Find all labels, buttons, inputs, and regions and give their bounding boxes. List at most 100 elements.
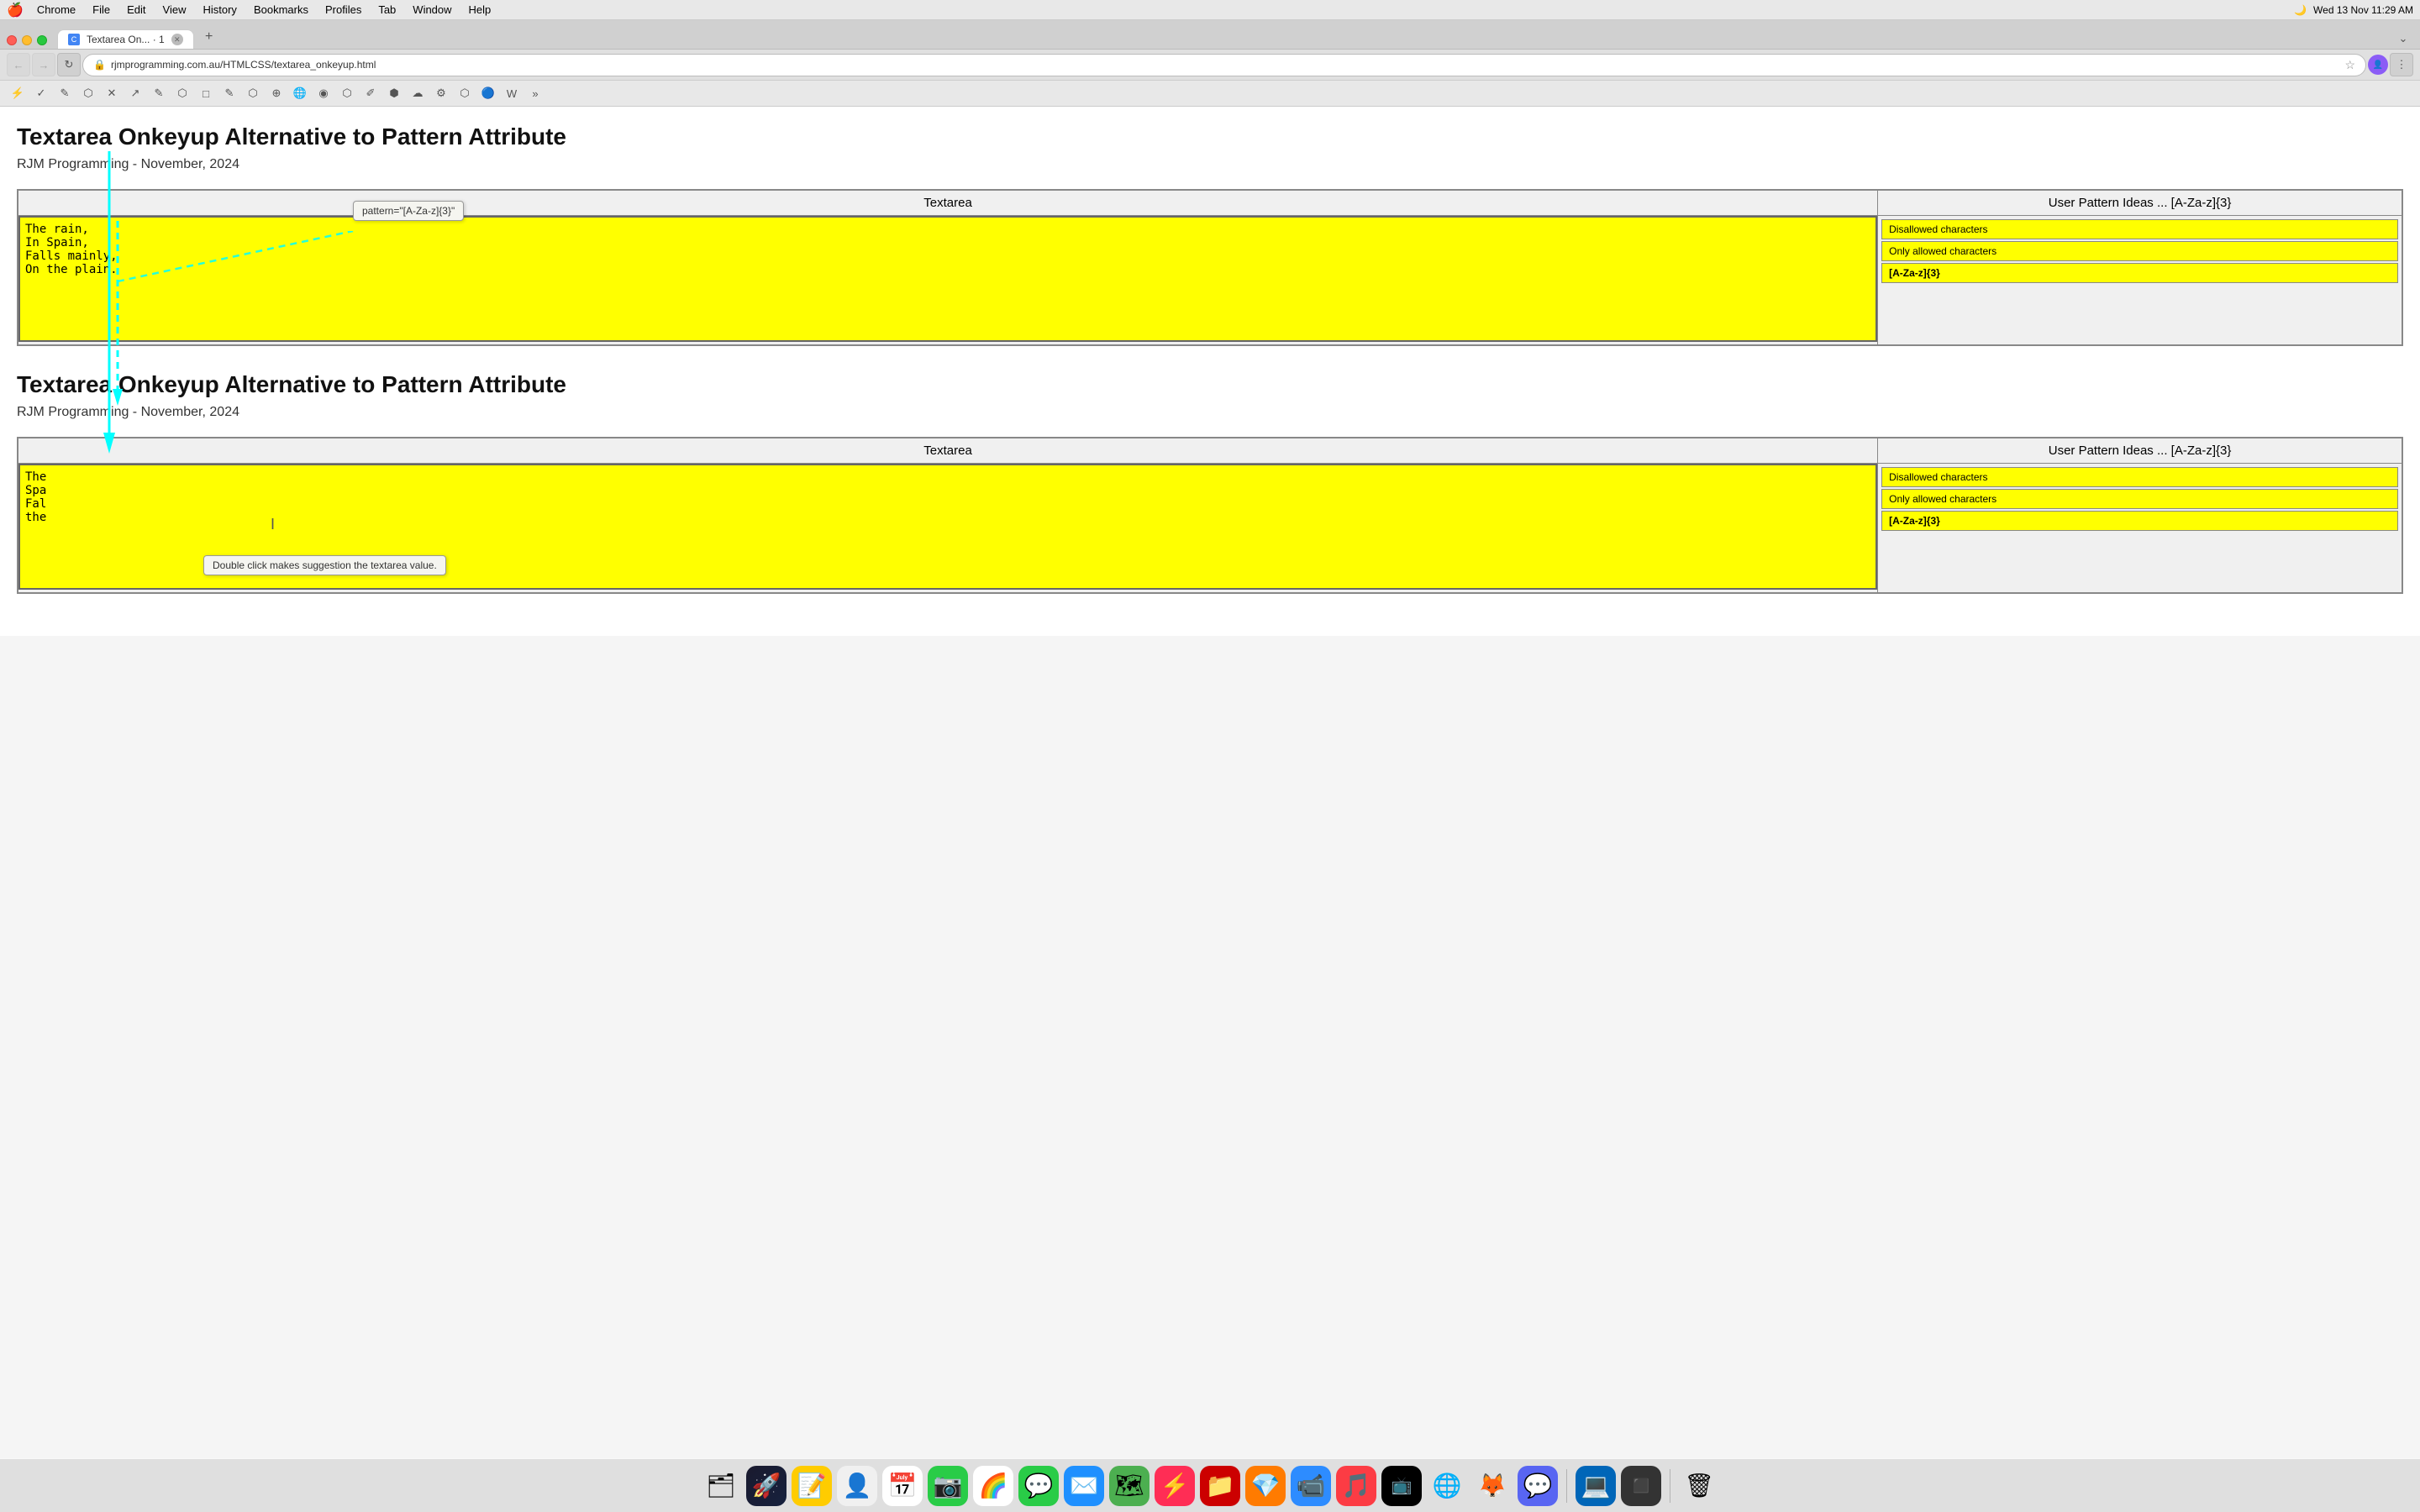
menu-bookmarks[interactable]: Bookmarks [247, 2, 315, 18]
dock-sketch[interactable]: 💎 [1245, 1466, 1286, 1506]
dock-trash[interactable]: 🗑 [1679, 1466, 1719, 1506]
ext-btn-19[interactable]: ⚙ [430, 82, 452, 104]
demo-section-1: Textarea Onkeyup Alternative to Pattern … [17, 123, 2403, 346]
menu-history[interactable]: History [196, 2, 243, 18]
pattern-option-disallowed-1[interactable]: Disallowed characters [1881, 219, 2398, 239]
tab-close-button[interactable]: ✕ [171, 34, 183, 45]
dock-finder[interactable]: 🗂 [701, 1466, 741, 1506]
ext-btn-14[interactable]: ◉ [313, 82, 334, 104]
menu-window[interactable]: Window [406, 2, 458, 18]
table-header-textarea-2: Textarea [18, 438, 1878, 464]
pattern-option-allowed-1[interactable]: Only allowed characters [1881, 241, 2398, 261]
ext-btn-15[interactable]: ⬡ [336, 82, 358, 104]
pattern-option-allowed-2[interactable]: Only allowed characters [1881, 489, 2398, 509]
dock-calendar[interactable]: 📅 [882, 1466, 923, 1506]
dock-vscode[interactable]: 💻 [1576, 1466, 1616, 1506]
dock-zoom[interactable]: 📹 [1291, 1466, 1331, 1506]
dock-tv[interactable]: 📺 [1381, 1466, 1422, 1506]
ext-btn-3[interactable]: ✎ [54, 82, 76, 104]
ext-btn-5[interactable]: ✕ [101, 82, 123, 104]
dock-contacts[interactable]: 👤 [837, 1466, 877, 1506]
profile-button[interactable]: 👤 [2368, 55, 2388, 75]
ext-btn-17[interactable]: ⬢ [383, 82, 405, 104]
tooltip-pattern: pattern="[A-Za-z]{3}" [353, 201, 464, 221]
pattern-option-regex-2[interactable]: [A-Za-z]{3} [1881, 511, 2398, 531]
ext-btn-6[interactable]: ↗ [124, 82, 146, 104]
ext-btn-4[interactable]: ⬡ [77, 82, 99, 104]
ext-btn-expand[interactable]: » [524, 82, 546, 104]
dock-maps[interactable]: 🗺 [1109, 1466, 1150, 1506]
ext-btn-8[interactable]: ⬡ [171, 82, 193, 104]
menu-help[interactable]: Help [462, 2, 498, 18]
ext-btn-11[interactable]: ⬡ [242, 82, 264, 104]
ext-btn-18[interactable]: ☁ [407, 82, 429, 104]
menu-tab[interactable]: Tab [371, 2, 402, 18]
dark-mode-icon[interactable]: 🌙 [2294, 4, 2307, 16]
dock-music[interactable]: 🎵 [1336, 1466, 1376, 1506]
ext-btn-10[interactable]: ✎ [218, 82, 240, 104]
dock-facetime[interactable]: 📷 [928, 1466, 968, 1506]
textarea-1[interactable]: The rain, In Spain, Falls mainly, On the… [18, 216, 1877, 342]
dock-mail[interactable]: ✉️ [1064, 1466, 1104, 1506]
menu-file[interactable]: File [86, 2, 117, 18]
dock-photos[interactable]: 🌈 [973, 1466, 1013, 1506]
dock-terminal[interactable]: ⬛ [1621, 1466, 1661, 1506]
bookmark-star-icon[interactable]: ☆ [2344, 58, 2355, 72]
forward-button[interactable]: → [32, 53, 55, 76]
ext-btn-22[interactable]: W [501, 82, 523, 104]
menu-edit[interactable]: Edit [120, 2, 152, 18]
dock-shortcuts[interactable]: ⚡ [1155, 1466, 1195, 1506]
ext-btn-7[interactable]: ✎ [148, 82, 170, 104]
textarea-cell-2: The Spa Fal the Double click makes sugge… [18, 464, 1878, 594]
tooltip-doubleclick-text: Double click makes suggestion the textar… [203, 555, 446, 575]
ext-btn-9[interactable]: □ [195, 82, 217, 104]
dock-firefox[interactable]: 🦊 [1472, 1466, 1512, 1506]
ext-btn-16[interactable]: ✐ [360, 82, 381, 104]
dock-separator [1566, 1469, 1567, 1503]
close-button[interactable] [7, 35, 17, 45]
reload-button[interactable]: ↻ [57, 53, 81, 76]
page-content: Textarea Onkeyup Alternative to Pattern … [0, 107, 2420, 636]
pattern-option-disallowed-2[interactable]: Disallowed characters [1881, 467, 2398, 487]
pattern-option-regex-1[interactable]: [A-Za-z]{3} [1881, 263, 2398, 283]
tooltip-pattern-text: pattern="[A-Za-z]{3}" [353, 201, 464, 221]
dock-filezilla[interactable]: 📁 [1200, 1466, 1240, 1506]
back-button[interactable]: ← [7, 53, 30, 76]
ext-btn-1[interactable]: ⚡ [7, 82, 29, 104]
pattern-cell-2: Disallowed characters Only allowed chara… [1878, 464, 2402, 594]
demo-table-2: Textarea User Pattern Ideas ... [A-Za-z]… [17, 437, 2403, 594]
tab-favicon: C [68, 34, 80, 45]
menu-chrome[interactable]: Chrome [30, 2, 82, 18]
new-tab-button[interactable]: + [197, 25, 221, 49]
more-options-button[interactable]: ⋮ [2390, 53, 2413, 76]
address-bar[interactable]: 🔒 rjmprogramming.com.au/HTMLCSS/textarea… [82, 54, 2366, 76]
ext-btn-12[interactable]: ⊕ [266, 82, 287, 104]
maximize-button[interactable] [37, 35, 47, 45]
time-display: Wed 13 Nov 11:29 AM [2313, 4, 2413, 16]
table-header-pattern-2: User Pattern Ideas ... [A-Za-z]{3} [1878, 438, 2402, 464]
ext-btn-21[interactable]: 🔵 [477, 82, 499, 104]
dock-launchpad[interactable]: 🚀 [746, 1466, 786, 1506]
pattern-cell-1: Disallowed characters Only allowed chara… [1878, 216, 2402, 346]
ext-btn-20[interactable]: ⬡ [454, 82, 476, 104]
dock-chrome[interactable]: 🌐 [1427, 1466, 1467, 1506]
taskbar: 🗂 🚀 📝 👤 📅 📷 🌈 💬 ✉️ 🗺 ⚡ 📁 💎 📹 🎵 📺 🌐 🦊 💬 💻… [0, 1458, 2420, 1512]
menu-profiles[interactable]: Profiles [318, 2, 368, 18]
menu-view[interactable]: View [156, 2, 193, 18]
dock-discord[interactable]: 💬 [1518, 1466, 1558, 1506]
table-header-pattern-1: User Pattern Ideas ... [A-Za-z]{3} [1878, 190, 2402, 216]
page-title-2: Textarea Onkeyup Alternative to Pattern … [17, 371, 2403, 398]
ext-btn-2[interactable]: ✓ [30, 82, 52, 104]
demo-section-2: Textarea Onkeyup Alternative to Pattern … [17, 371, 2403, 594]
tooltip-doubleclick: Double click makes suggestion the textar… [203, 555, 446, 575]
browser-tab[interactable]: C Textarea On... · 1 ✕ [57, 29, 194, 49]
minimize-button[interactable] [22, 35, 32, 45]
tab-search-button[interactable]: ⌄ [2393, 29, 2413, 49]
pattern-options-2: Disallowed characters Only allowed chara… [1878, 464, 2402, 534]
browser-window: C Textarea On... · 1 ✕ + ⌄ ← → ↻ 🔒 rjmpr… [0, 20, 2420, 1458]
dock-messages[interactable]: 💬 [1018, 1466, 1059, 1506]
menu-bar: 🍎 Chrome File Edit View History Bookmark… [0, 0, 2420, 20]
apple-menu[interactable]: 🍎 [7, 2, 24, 18]
ext-btn-13[interactable]: 🌐 [289, 82, 311, 104]
dock-notes[interactable]: 📝 [792, 1466, 832, 1506]
